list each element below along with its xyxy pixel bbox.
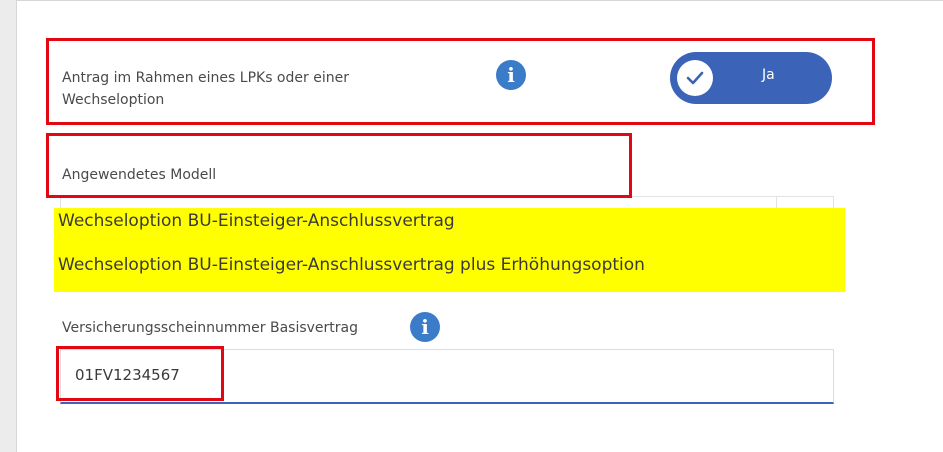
highlight-box-versicherungsschein <box>56 346 224 401</box>
modell-option-2[interactable]: Wechseloption BU-Einsteiger-Anschlussver… <box>58 255 645 275</box>
versicherungsschein-label: Versicherungsscheinnummer Basisvertrag <box>62 320 359 336</box>
modell-option-1[interactable]: Wechseloption BU-Einsteiger-Anschlussver… <box>58 211 455 231</box>
highlight-box-modell <box>46 133 632 198</box>
highlight-box-wechseloption <box>46 38 875 125</box>
info-icon-glyph: i <box>421 315 429 339</box>
modell-options-list: Wechseloption BU-Einsteiger-Anschlussver… <box>54 208 845 292</box>
info-icon[interactable]: i <box>410 312 440 342</box>
